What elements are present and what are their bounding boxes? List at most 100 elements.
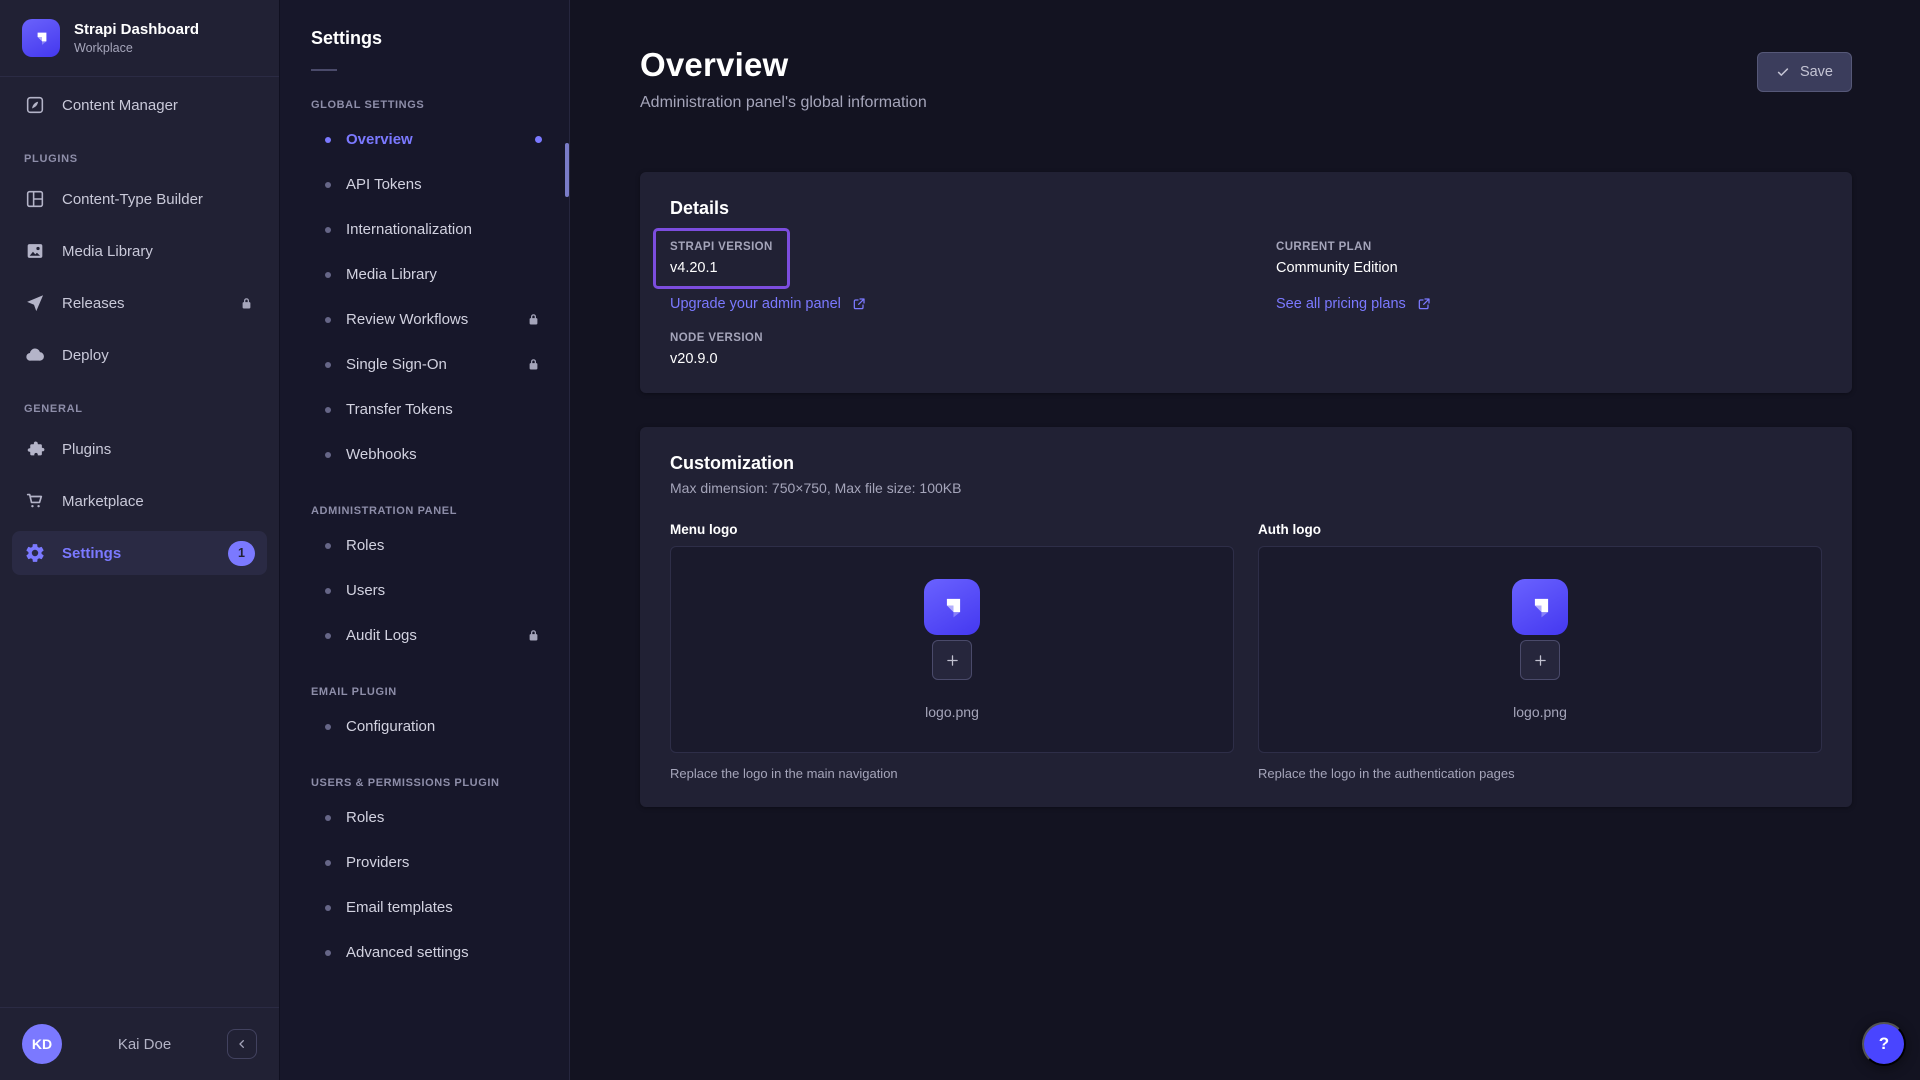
- sidebar-item-label: Content Manager: [62, 97, 255, 114]
- menu-logo-filename: logo.png: [925, 704, 979, 720]
- plus-icon: [1532, 652, 1549, 669]
- sidebar-item-label: Releases: [62, 295, 222, 312]
- pricing-link-label: See all pricing plans: [1276, 296, 1406, 312]
- subnav-item-label: Users: [346, 582, 542, 599]
- gear-icon: [24, 542, 46, 564]
- auth-logo-filename: logo.png: [1513, 704, 1567, 720]
- notification-dot-icon: [535, 136, 542, 143]
- subnav-item-email-templates[interactable]: Email templates: [280, 885, 569, 930]
- subnav-item-overview[interactable]: Overview: [280, 117, 569, 162]
- main-nav-sections: Content ManagerPLUGINSContent-Type Build…: [0, 77, 279, 1007]
- sidebar-item-releases[interactable]: Releases: [12, 281, 267, 325]
- sidebar-item-deploy[interactable]: Deploy: [12, 333, 267, 377]
- nav-section-header: GENERAL: [24, 403, 255, 415]
- subnav-item-label: Single Sign-On: [346, 356, 525, 373]
- sidebar-item-marketplace[interactable]: Marketplace: [12, 479, 267, 523]
- subnav-section-header: ADMINISTRATION PANEL: [311, 505, 538, 517]
- subnav-item-webhooks[interactable]: Webhooks: [280, 432, 569, 477]
- subnav-item-users[interactable]: Users: [280, 568, 569, 613]
- strapi-logo-icon: [29, 26, 53, 50]
- sidebar-item-label: Deploy: [62, 347, 255, 364]
- subnav-item-roles[interactable]: Roles: [280, 523, 569, 568]
- current-plan-field: CURRENT PLAN Community Edition: [1276, 241, 1398, 276]
- auth-logo-add-button[interactable]: [1520, 640, 1560, 680]
- subnav-scrollbar-thumb[interactable]: [565, 143, 569, 197]
- subnav-section-header: GLOBAL SETTINGS: [311, 99, 538, 111]
- node-version-field: NODE VERSION v20.9.0: [670, 332, 763, 367]
- subnav-item-transfer-tokens[interactable]: Transfer Tokens: [280, 387, 569, 432]
- current-plan-label: CURRENT PLAN: [1276, 241, 1398, 253]
- menu-logo-preview: [924, 579, 980, 635]
- lock-icon: [238, 295, 255, 312]
- sidebar-item-label: Content-Type Builder: [62, 191, 255, 208]
- workspace-brand[interactable]: Strapi Dashboard Workplace: [0, 0, 279, 77]
- sidebar-item-content-type-builder[interactable]: Content-Type Builder: [12, 177, 267, 221]
- sidebar-item-media-library[interactable]: Media Library: [12, 229, 267, 273]
- bullet-icon: [325, 182, 331, 188]
- menu-logo-label: Menu logo: [670, 522, 1234, 537]
- subnav-item-configuration[interactable]: Configuration: [280, 704, 569, 749]
- save-button[interactable]: Save: [1757, 52, 1852, 92]
- user-name: Kai Doe: [62, 1036, 227, 1053]
- bullet-icon: [325, 543, 331, 549]
- subnav-section-header: EMAIL PLUGIN: [311, 686, 538, 698]
- subnav-item-providers[interactable]: Providers: [280, 840, 569, 885]
- details-card-title: Details: [670, 198, 1822, 219]
- upgrade-admin-panel-link[interactable]: Upgrade your admin panel: [670, 296, 867, 312]
- subnav-item-review-workflows[interactable]: Review Workflows: [280, 297, 569, 342]
- auth-logo-dropzone[interactable]: logo.png: [1258, 546, 1822, 753]
- sidebar-item-label: Settings: [62, 545, 212, 562]
- subnav-item-single-sign-on[interactable]: Single Sign-On: [280, 342, 569, 387]
- plus-icon: [944, 652, 961, 669]
- lock-icon: [525, 311, 542, 328]
- avatar[interactable]: KD: [22, 1024, 62, 1064]
- pricing-plans-link[interactable]: See all pricing plans: [1276, 296, 1432, 312]
- subnav-title-divider: [311, 69, 337, 71]
- menu-logo-dropzone[interactable]: logo.png: [670, 546, 1234, 753]
- strapi-logo: [22, 19, 60, 57]
- subnav-item-label: Roles: [346, 809, 542, 826]
- strapi-logo-icon: [1522, 589, 1558, 625]
- user-section: KD Kai Doe: [0, 1007, 279, 1080]
- auth-logo-label: Auth logo: [1258, 522, 1822, 537]
- subnav-item-api-tokens[interactable]: API Tokens: [280, 162, 569, 207]
- subnav-item-label: Email templates: [346, 899, 542, 916]
- sidebar-item-plugins[interactable]: Plugins: [12, 427, 267, 471]
- bullet-icon: [325, 362, 331, 368]
- subnav-item-label: Overview: [346, 131, 535, 148]
- bullet-icon: [325, 633, 331, 639]
- chevron-left-icon: [234, 1036, 250, 1052]
- subnav-item-label: Providers: [346, 854, 542, 871]
- main-nav: Strapi Dashboard Workplace Content Manag…: [0, 0, 280, 1080]
- subnav-item-label: Transfer Tokens: [346, 401, 542, 418]
- collapse-sidebar-button[interactable]: [227, 1029, 257, 1059]
- subnav-item-media-library[interactable]: Media Library: [280, 252, 569, 297]
- page-header: Overview Administration panel's global i…: [640, 46, 1852, 112]
- menu-logo-add-button[interactable]: [932, 640, 972, 680]
- subnav-item-roles[interactable]: Roles: [280, 795, 569, 840]
- subnav-item-label: Roles: [346, 537, 542, 554]
- subnav-item-audit-logs[interactable]: Audit Logs: [280, 613, 569, 658]
- sidebar-item-label: Marketplace: [62, 493, 255, 510]
- help-button[interactable]: ?: [1862, 1022, 1906, 1066]
- subnav-item-label: Review Workflows: [346, 311, 525, 328]
- bullet-icon: [325, 317, 331, 323]
- subnav-item-label: Configuration: [346, 718, 542, 735]
- subnav-item-internationalization[interactable]: Internationalization: [280, 207, 569, 252]
- details-card: Details STRAPI VERSION v4.20.1 CURRENT P…: [640, 172, 1852, 393]
- check-icon: [1776, 65, 1790, 79]
- bullet-icon: [325, 452, 331, 458]
- bullet-icon: [325, 407, 331, 413]
- sidebar-item-settings[interactable]: Settings1: [12, 531, 267, 575]
- strapi-version-highlight: STRAPI VERSION v4.20.1: [653, 228, 790, 289]
- subnav-item-label: Internationalization: [346, 221, 542, 238]
- bullet-icon: [325, 588, 331, 594]
- subnav-item-advanced-settings[interactable]: Advanced settings: [280, 930, 569, 975]
- strapi-version-label: STRAPI VERSION: [670, 241, 773, 253]
- puzzle-icon: [24, 438, 46, 460]
- sidebar-item-content-manager[interactable]: Content Manager: [12, 83, 267, 127]
- layout-icon: [24, 188, 46, 210]
- main-content: Overview Administration panel's global i…: [570, 0, 1920, 1080]
- cloud-icon: [24, 344, 46, 366]
- sidebar-item-label: Media Library: [62, 243, 255, 260]
